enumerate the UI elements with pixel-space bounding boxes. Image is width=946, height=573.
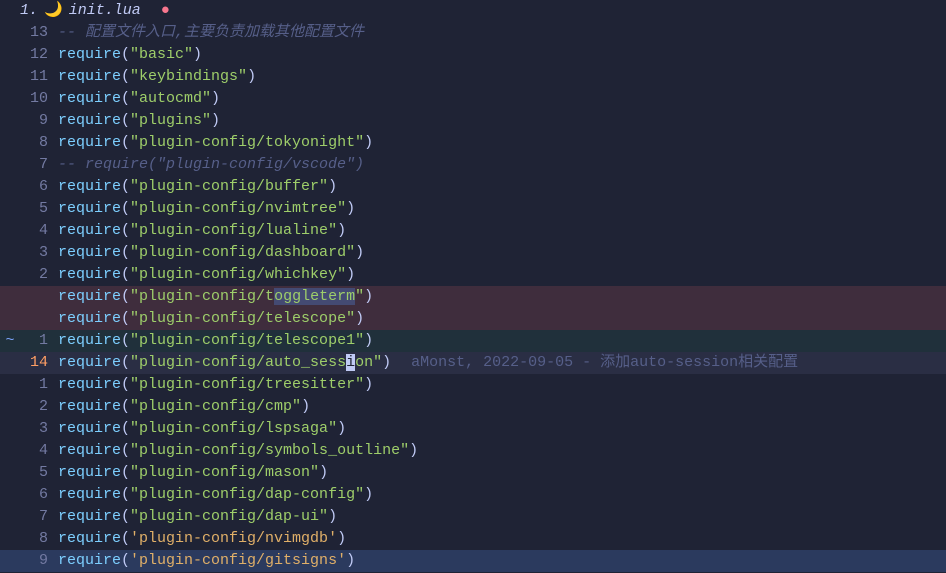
code-content[interactable]: require("plugins") <box>50 110 946 132</box>
line-number: 2 <box>20 396 50 418</box>
code-line[interactable]: 6require("plugin-config/dap-config") <box>0 484 946 506</box>
code-content[interactable]: require("plugin-config/whichkey") <box>50 264 946 286</box>
line-number: 1 <box>20 374 50 396</box>
code-line[interactable]: 10require("autocmd") <box>0 88 946 110</box>
code-content[interactable]: require("plugin-config/dap-config") <box>50 484 946 506</box>
modified-indicator-icon: ● <box>161 0 170 22</box>
code-line[interactable]: 5require("plugin-config/mason") <box>0 462 946 484</box>
line-number: 2 <box>20 264 50 286</box>
code-line[interactable]: 7-- require("plugin-config/vscode") <box>0 154 946 176</box>
git-blame-virtual-text: aMonst, 2022-09-05 - 添加auto-session相关配置 <box>391 354 798 371</box>
code-line[interactable]: 8require('plugin-config/nvimgdb') <box>0 528 946 550</box>
code-line[interactable]: 13-- 配置文件入口,主要负责加载其他配置文件 <box>0 22 946 44</box>
line-number: 5 <box>20 198 50 220</box>
code-content[interactable]: require("autocmd") <box>50 88 946 110</box>
line-number: 3 <box>20 242 50 264</box>
line-number: 10 <box>20 88 50 110</box>
tab-index: 1. <box>20 0 38 22</box>
code-line[interactable]: 8require("plugin-config/tokyonight") <box>0 132 946 154</box>
code-content[interactable]: require('plugin-config/nvimgdb') <box>50 528 946 550</box>
code-line[interactable]: 12require("basic") <box>0 44 946 66</box>
code-line[interactable]: 6require("plugin-config/buffer") <box>0 176 946 198</box>
code-content[interactable]: require("plugin-config/telescope") <box>50 308 946 330</box>
tab-filename[interactable]: init.lua <box>69 0 141 22</box>
line-number: 7 <box>20 154 50 176</box>
code-content[interactable]: require("plugin-config/mason") <box>50 462 946 484</box>
line-number: 4 <box>20 220 50 242</box>
line-number: 8 <box>20 132 50 154</box>
code-line[interactable]: require("plugin-config/toggleterm") <box>0 286 946 308</box>
code-line[interactable]: 3require("plugin-config/dashboard") <box>0 242 946 264</box>
code-line[interactable]: 9require('plugin-config/gitsigns') <box>0 550 946 572</box>
code-content[interactable]: -- require("plugin-config/vscode") <box>50 154 946 176</box>
code-content[interactable]: require("keybindings") <box>50 66 946 88</box>
cursor: i <box>346 354 355 371</box>
line-number: 14 <box>20 352 50 374</box>
code-editor[interactable]: 13-- 配置文件入口,主要负责加载其他配置文件12require("basic… <box>0 22 946 572</box>
code-content[interactable]: require("plugin-config/buffer") <box>50 176 946 198</box>
line-number: 8 <box>20 528 50 550</box>
code-line[interactable]: 9require("plugins") <box>0 110 946 132</box>
line-number: 12 <box>20 44 50 66</box>
code-line[interactable]: require("plugin-config/telescope") <box>0 308 946 330</box>
code-content[interactable]: require("plugin-config/treesitter") <box>50 374 946 396</box>
code-content[interactable]: require("plugin-config/auto_session")aMo… <box>50 352 946 374</box>
line-number: 4 <box>20 440 50 462</box>
code-line[interactable]: 3require("plugin-config/lspsaga") <box>0 418 946 440</box>
sign-column: ~ <box>0 330 20 352</box>
code-content[interactable]: require("plugin-config/cmp") <box>50 396 946 418</box>
code-line[interactable]: 2require("plugin-config/whichkey") <box>0 264 946 286</box>
code-line[interactable]: 7require("plugin-config/dap-ui") <box>0 506 946 528</box>
line-number: 6 <box>20 484 50 506</box>
code-line[interactable]: 11require("keybindings") <box>0 66 946 88</box>
code-line[interactable]: 2require("plugin-config/cmp") <box>0 396 946 418</box>
code-line[interactable]: 5require("plugin-config/nvimtree") <box>0 198 946 220</box>
code-content[interactable]: require("plugin-config/lualine") <box>50 220 946 242</box>
line-number: 7 <box>20 506 50 528</box>
line-number: 9 <box>20 550 50 572</box>
code-content[interactable]: require("plugin-config/symbols_outline") <box>50 440 946 462</box>
line-number: 11 <box>20 66 50 88</box>
code-content[interactable]: require("basic") <box>50 44 946 66</box>
code-content[interactable]: require("plugin-config/lspsaga") <box>50 418 946 440</box>
line-number: 5 <box>20 462 50 484</box>
code-line[interactable]: 4require("plugin-config/symbols_outline"… <box>0 440 946 462</box>
code-line[interactable]: ~1require("plugin-config/telescope1") <box>0 330 946 352</box>
line-number: 1 <box>20 330 50 352</box>
tab-bar: 1. 🌙 init.lua ● <box>0 0 946 22</box>
lua-icon: 🌙 <box>44 0 63 22</box>
code-line[interactable]: 1require("plugin-config/treesitter") <box>0 374 946 396</box>
line-number: 3 <box>20 418 50 440</box>
code-content[interactable]: -- 配置文件入口,主要负责加载其他配置文件 <box>50 22 946 44</box>
line-number: 9 <box>20 110 50 132</box>
code-content[interactable]: require("plugin-config/telescope1") <box>50 330 946 352</box>
line-number: 6 <box>20 176 50 198</box>
code-content[interactable]: require('plugin-config/gitsigns') <box>50 550 946 572</box>
line-number: 13 <box>20 22 50 44</box>
code-line[interactable]: 4require("plugin-config/lualine") <box>0 220 946 242</box>
code-content[interactable]: require("plugin-config/tokyonight") <box>50 132 946 154</box>
code-line[interactable]: 14require("plugin-config/auto_session")a… <box>0 352 946 374</box>
code-content[interactable]: require("plugin-config/dashboard") <box>50 242 946 264</box>
code-content[interactable]: require("plugin-config/dap-ui") <box>50 506 946 528</box>
code-content[interactable]: require("plugin-config/nvimtree") <box>50 198 946 220</box>
code-content[interactable]: require("plugin-config/toggleterm") <box>50 286 946 308</box>
